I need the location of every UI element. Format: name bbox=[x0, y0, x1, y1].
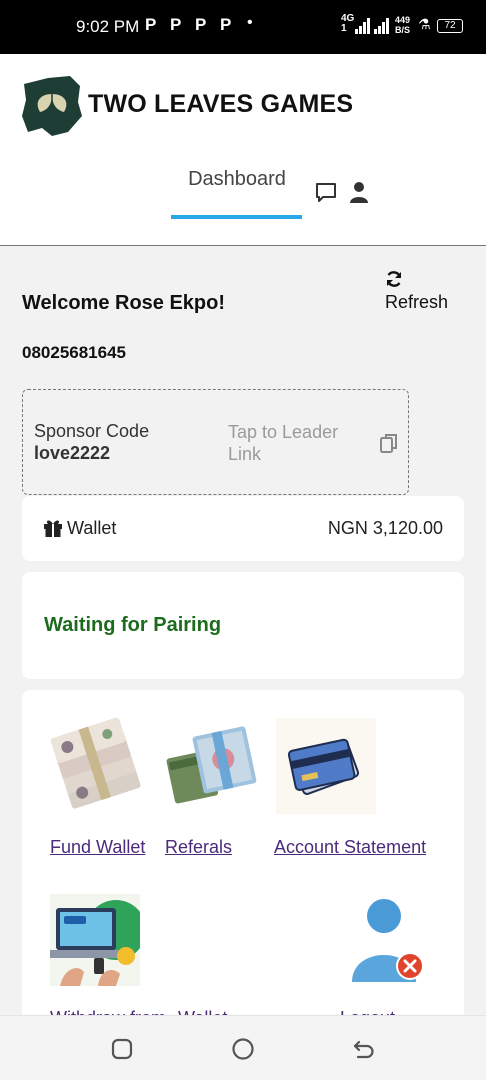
fund-wallet-link[interactable]: Fund Wallet bbox=[50, 837, 145, 858]
account-statement-link[interactable]: Account Statement bbox=[274, 837, 426, 858]
phone-number: 08025681645 bbox=[22, 343, 127, 362]
more-notifications-dot: • bbox=[247, 14, 253, 31]
credit-card-icon[interactable] bbox=[276, 718, 376, 814]
notification-icon: P bbox=[220, 15, 232, 34]
notification-icon: P bbox=[170, 15, 182, 34]
tab-dashboard[interactable]: Dashboard bbox=[172, 168, 302, 191]
network-type-icon: 4G 1 bbox=[341, 13, 355, 34]
back-icon[interactable] bbox=[351, 1036, 377, 1062]
chat-icon[interactable] bbox=[315, 182, 337, 204]
wallet-balance: NGN 3,120.00 bbox=[327, 518, 443, 538]
welcome-text: Welcome Rose Ekpo! bbox=[22, 292, 226, 314]
battery-icon: 72 bbox=[437, 19, 463, 33]
flask-icon: ⚗ bbox=[418, 16, 431, 32]
sponsor-box: Sponsor Code love2222 Tap to Leader Link bbox=[22, 389, 409, 495]
pairing-card: Waiting for Pairing bbox=[22, 572, 464, 679]
status-bar: 9:02 PM P P P P • 4G 1 449 B/S ⚗ 72 bbox=[0, 0, 486, 54]
system-nav-bar bbox=[0, 1015, 486, 1080]
wallet-card[interactable]: Wallet NGN 3,120.00 bbox=[22, 496, 464, 561]
logo-icon bbox=[22, 76, 82, 136]
gift-icon bbox=[44, 520, 62, 537]
cash-stack-icon[interactable] bbox=[50, 716, 142, 812]
refresh-icon[interactable] bbox=[385, 270, 403, 288]
network-speed: 449 B/S bbox=[395, 15, 411, 35]
recents-icon[interactable] bbox=[109, 1036, 135, 1062]
brand-title: TWO LEAVES GAMES bbox=[88, 90, 354, 118]
home-icon[interactable] bbox=[230, 1036, 256, 1062]
app-header: TWO LEAVES GAMES Dashboard bbox=[0, 54, 486, 246]
referals-link[interactable]: Referals bbox=[165, 837, 232, 858]
sponsor-code-label: Sponsor Code bbox=[34, 421, 150, 441]
notification-icon: P bbox=[195, 15, 207, 34]
cashout-laptop-icon[interactable] bbox=[50, 894, 140, 986]
refresh-button[interactable]: Refresh bbox=[385, 292, 448, 313]
copy-icon[interactable] bbox=[380, 433, 398, 453]
signal-icon bbox=[355, 18, 371, 34]
notification-icon: P bbox=[145, 15, 157, 34]
user-icon[interactable] bbox=[349, 181, 369, 203]
menu-card: Fund Wallet Referals Account Statement W… bbox=[22, 690, 464, 1030]
signal-icon bbox=[374, 18, 390, 34]
wallet-label: Wallet bbox=[67, 518, 117, 538]
active-tab-indicator bbox=[171, 215, 302, 219]
pairing-status: Waiting for Pairing bbox=[44, 614, 222, 636]
remove-user-icon[interactable] bbox=[350, 896, 428, 984]
sponsor-code-value: love2222 bbox=[34, 443, 111, 463]
money-bundle-icon[interactable] bbox=[162, 720, 258, 808]
leader-link-button[interactable]: Tap to Leader Link bbox=[228, 421, 368, 465]
status-time: 9:02 PM bbox=[76, 17, 140, 36]
